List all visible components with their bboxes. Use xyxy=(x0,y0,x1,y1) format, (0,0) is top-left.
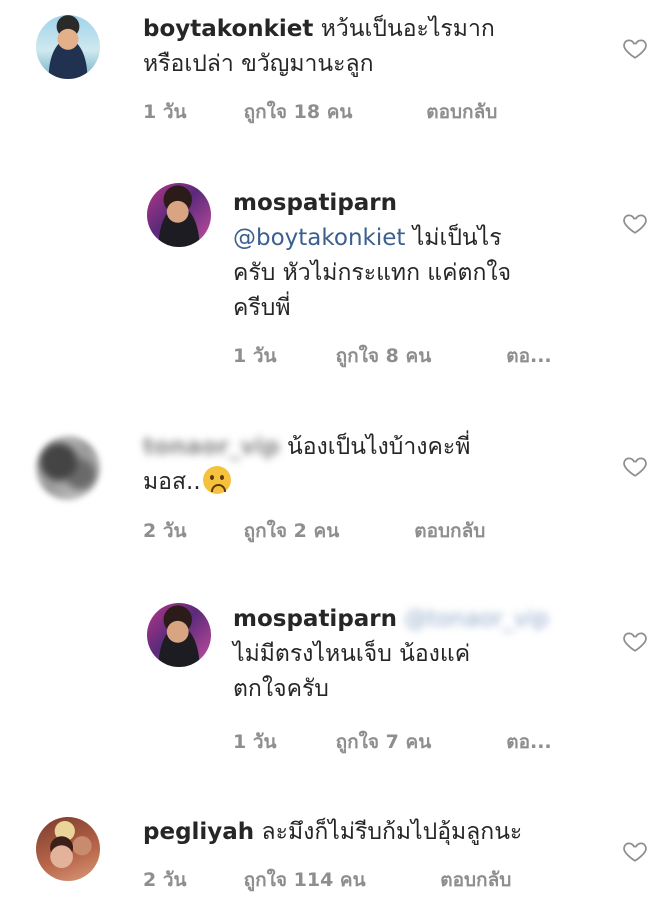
comment-meta: 1 วัน ถูกใจ 8 คน ตอ... xyxy=(233,341,552,371)
comment-likes[interactable]: ถูกใจ 8 คน xyxy=(336,341,500,371)
comment-likes[interactable]: ถูกใจ 7 คน xyxy=(336,727,500,757)
reply-button[interactable]: ตอบกลับ xyxy=(414,516,485,546)
comment-body: หรือเปล่า ขวัญมานะลูก xyxy=(143,51,374,77)
avatar[interactable] xyxy=(36,15,100,79)
like-heart-icon[interactable] xyxy=(622,35,648,61)
reply-button[interactable]: ตอบกลับ xyxy=(440,865,511,895)
comment-body: ไม่เป็นไร xyxy=(412,225,502,251)
comment-meta: 1 วัน ถูกใจ 7 คน ตอ... xyxy=(233,727,552,757)
comment-username[interactable]: mospatiparn xyxy=(233,606,397,632)
avatar[interactable] xyxy=(36,817,100,881)
comment-likes[interactable]: ถูกใจ 2 คน xyxy=(244,516,408,546)
reply-button[interactable]: ตอบกลับ xyxy=(426,97,497,127)
like-heart-icon[interactable] xyxy=(622,838,648,864)
comment-username[interactable]: pegliyah xyxy=(143,819,254,845)
avatar[interactable] xyxy=(147,603,211,667)
comment-body: ไม่มีตรงไหนเจ็บ น้องแค่ xyxy=(233,641,471,667)
mention-link[interactable]: @tonaor_vip xyxy=(404,606,548,632)
comment-meta: 2 วัน ถูกใจ 114 คน ตอบกลับ xyxy=(143,865,511,895)
comment-text: mospatiparn @tonaor_vip ไม่มีตรงไหนเจ็บ … xyxy=(233,602,613,707)
comment-username[interactable]: boytakonkiet xyxy=(143,16,313,42)
comment-time: 2 วัน xyxy=(143,520,187,542)
avatar[interactable] xyxy=(147,183,211,247)
comment-time: 2 วัน xyxy=(143,869,187,891)
comment-body: ครีบพี่ xyxy=(233,295,291,321)
like-heart-icon[interactable] xyxy=(622,210,648,236)
mention-link[interactable]: @boytakonkiet xyxy=(233,225,405,251)
comment-text: tonaor_vip น้องเป็นไงบ้างคะพี่ มอส.. xyxy=(143,430,613,500)
comment-body: ตกใจครับ xyxy=(233,676,329,702)
comment-time: 1 วัน xyxy=(143,101,187,123)
comment-text: pegliyah ละมึงก็ไม่รีบก้มไปอุ้มลูกนะ xyxy=(143,815,613,850)
comment-body: มอส.. xyxy=(143,469,201,495)
reply-button[interactable]: ตอ... xyxy=(506,341,551,371)
comment-username[interactable]: mospatiparn xyxy=(233,190,397,216)
comment-body: ครับ หัวไม่กระแทก แค่ตกใจ xyxy=(233,260,512,286)
comment-text: boytakonkiet หว้นเป็นอะไรมาก หรือเปล่า ข… xyxy=(143,12,603,82)
comment-text: mospatiparn @boytakonkiet ไม่เป็นไร ครับ… xyxy=(233,186,593,326)
comment-meta: 2 วัน ถูกใจ 2 คน ตอบกลับ xyxy=(143,516,485,546)
comment-meta: 1 วัน ถูกใจ 18 คน ตอบกลับ xyxy=(143,97,497,127)
sad-sweat-emoji-icon xyxy=(202,466,231,494)
comment-time: 1 วัน xyxy=(233,731,277,753)
like-heart-icon[interactable] xyxy=(622,453,648,479)
reply-button[interactable]: ตอ... xyxy=(506,727,551,757)
comment-body: น้องเป็นไงบ้างคะพี่ xyxy=(287,434,471,460)
comment-body: ละมึงก็ไม่รีบก้มไปอุ้มลูกนะ xyxy=(261,819,523,845)
comment-time: 1 วัน xyxy=(233,345,277,367)
comment-username[interactable]: tonaor_vip xyxy=(143,434,280,460)
comment-likes[interactable]: ถูกใจ 18 คน xyxy=(244,97,420,127)
comment-body: หว้นเป็นอะไรมาก xyxy=(320,16,495,42)
avatar[interactable] xyxy=(36,436,100,500)
like-heart-icon[interactable] xyxy=(622,628,648,654)
comment-likes[interactable]: ถูกใจ 114 คน xyxy=(244,865,434,895)
